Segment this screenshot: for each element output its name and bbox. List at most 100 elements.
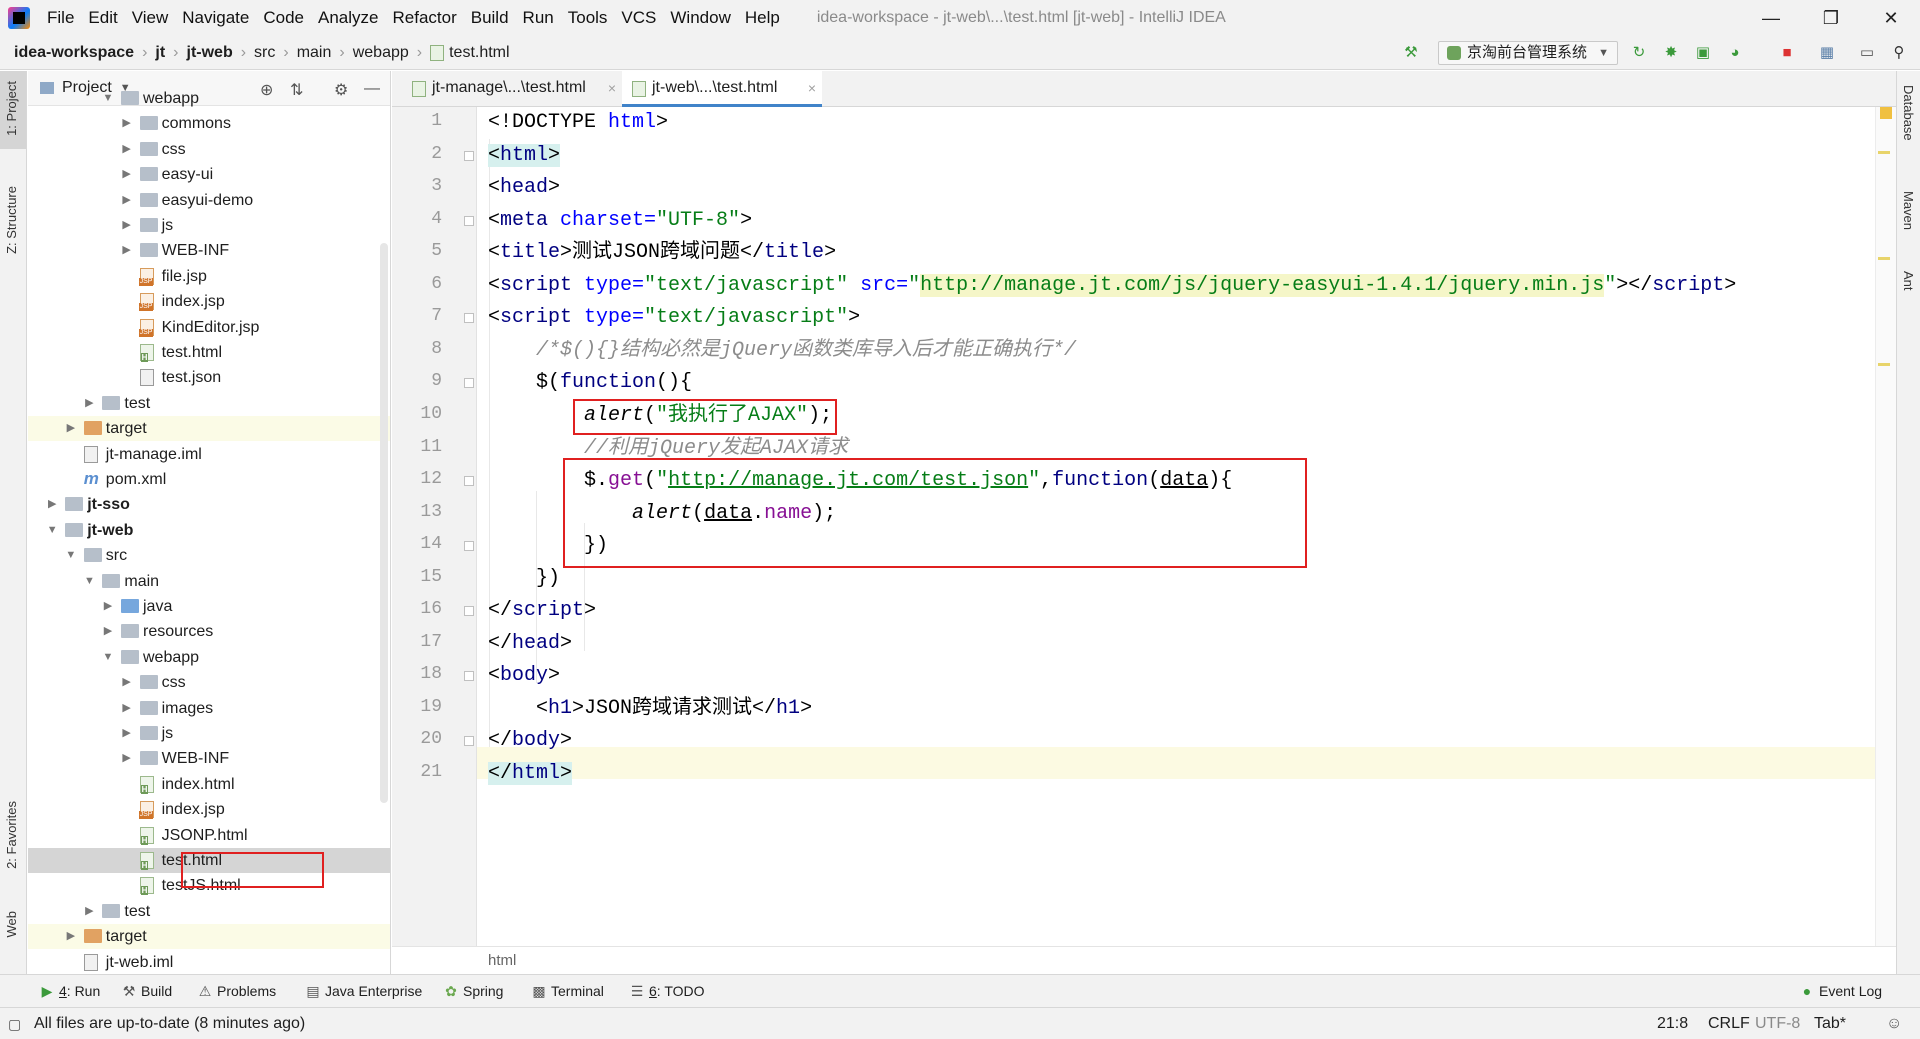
tool-tab-favorites[interactable]: 2: Favorites (4, 801, 19, 869)
code-line[interactable]: <script type="text/javascript"> (488, 302, 860, 334)
code-line[interactable]: <html> (488, 140, 561, 172)
tool-tab-database[interactable]: Database (1901, 85, 1916, 141)
chevron-right-icon[interactable]: ▶ (120, 188, 134, 213)
project-scrollbar[interactable] (380, 243, 388, 803)
menu-help[interactable]: Help (738, 0, 787, 36)
tool-build[interactable]: ⚒ Build (122, 975, 172, 1008)
tree-item[interactable]: file.jsp (28, 264, 390, 289)
rerun-icon[interactable]: ↻ (1630, 44, 1648, 62)
close-window-icon[interactable]: ✕ (1866, 0, 1916, 36)
breadcrumb-file[interactable]: test.html (449, 44, 509, 62)
fold-marker-icon[interactable] (464, 378, 474, 389)
tree-item[interactable]: ▼ webapp (28, 86, 390, 111)
tree-item[interactable]: ▶ js (28, 721, 390, 746)
tool-tab-ant[interactable]: Ant (1901, 271, 1916, 291)
code-line[interactable]: <script type="text/javascript" src="http… (488, 270, 1736, 302)
stop-icon[interactable]: ■ (1778, 44, 1796, 62)
inspection-warning-icon[interactable] (1880, 107, 1892, 119)
tree-item[interactable]: ▼ main (28, 569, 390, 594)
chevron-right-icon[interactable]: ▶ (45, 492, 59, 517)
tree-item[interactable]: test.json (28, 365, 390, 390)
minimize-icon[interactable]: — (1746, 0, 1796, 36)
line-number[interactable]: 3 (392, 176, 442, 196)
chevron-down-icon[interactable]: ▼ (64, 543, 78, 568)
tool-tab-structure[interactable]: Z: Structure (4, 186, 19, 254)
menu-run[interactable]: Run (516, 0, 561, 36)
menu-edit[interactable]: Edit (81, 0, 124, 36)
build-hammer-icon[interactable]: ⚒ (1402, 44, 1420, 62)
line-number[interactable]: 5 (392, 241, 442, 261)
fold-marker-icon[interactable] (464, 541, 474, 552)
menu-navigate[interactable]: Navigate (175, 0, 256, 36)
line-number[interactable]: 17 (392, 632, 442, 652)
line-number[interactable]: 14 (392, 534, 442, 554)
tree-item[interactable]: ▶ WEB-INF (28, 746, 390, 771)
tree-item[interactable]: ▶ css (28, 137, 390, 162)
tree-item[interactable]: ▼ webapp (28, 645, 390, 670)
breadcrumb-module-jt-web[interactable]: jt-web (187, 44, 233, 62)
line-number[interactable]: 12 (392, 469, 442, 489)
code-line[interactable]: <meta charset="UTF-8"> (488, 205, 752, 237)
chevron-right-icon[interactable]: ▶ (120, 137, 134, 162)
breadcrumb-webapp[interactable]: webapp (353, 44, 409, 62)
tree-item[interactable]: jt-manage.iml (28, 442, 390, 467)
debug-icon[interactable]: ✸ (1662, 44, 1680, 62)
code-line[interactable]: <h1>JSON跨域请求测试</h1> (488, 693, 812, 725)
chevron-right-icon[interactable]: ▶ (120, 162, 134, 187)
tree-item[interactable]: ▶ easyui-demo (28, 188, 390, 213)
chevron-right-icon[interactable]: ▶ (120, 670, 134, 695)
tool-spring[interactable]: ✿ Spring (444, 975, 503, 1008)
fold-marker-icon[interactable] (464, 215, 474, 226)
code-line[interactable]: <head> (488, 172, 560, 204)
menu-analyze[interactable]: Analyze (311, 0, 385, 36)
code-line[interactable]: }) (488, 563, 560, 595)
chevron-right-icon[interactable]: ▶ (120, 746, 134, 771)
tab-jt-manage-test-html[interactable]: jt-manage\...\test.html × (402, 71, 622, 107)
close-icon[interactable]: × (808, 71, 816, 105)
close-icon[interactable]: × (608, 71, 616, 105)
line-number[interactable]: 1 (392, 111, 442, 131)
line-number[interactable]: 6 (392, 274, 442, 294)
tree-item[interactable]: test.html (28, 340, 390, 365)
tree-item[interactable]: ▶ test (28, 391, 390, 416)
code-line[interactable]: </body> (488, 725, 572, 757)
menu-window[interactable]: Window (663, 0, 737, 36)
tool-problems[interactable]: ⚠ Problems (198, 975, 276, 1008)
line-number[interactable]: 15 (392, 567, 442, 587)
chevron-down-icon[interactable]: ▼ (45, 518, 59, 543)
code-line[interactable]: </html> (488, 758, 573, 790)
chevron-right-icon[interactable]: ▶ (120, 696, 134, 721)
line-number[interactable]: 10 (392, 404, 442, 424)
error-stripe-mark[interactable] (1878, 151, 1890, 154)
tool-run[interactable]: ▶ 4: Run (40, 975, 101, 1008)
code-line[interactable]: $(function(){ (488, 367, 692, 399)
line-number[interactable]: 16 (392, 599, 442, 619)
chevron-down-icon[interactable]: ▼ (101, 645, 115, 670)
chevron-right-icon[interactable]: ▶ (64, 924, 78, 949)
breadcrumb-module-jt[interactable]: jt (155, 44, 165, 62)
line-number[interactable]: 11 (392, 437, 442, 457)
tree-item[interactable]: ▶ easy-ui (28, 162, 390, 187)
code-line[interactable]: /*$(){}结构必然是jQuery函数类库导入后才能正确执行*/ (488, 335, 1076, 367)
breadcrumb-project[interactable]: idea-workspace (14, 44, 134, 62)
chevron-right-icon[interactable]: ▶ (82, 391, 96, 416)
tool-tab-project[interactable]: 1: Project (4, 81, 19, 136)
tree-item[interactable]: ▶ target (28, 416, 390, 442)
caret-position[interactable]: 21:8 (1657, 1008, 1688, 1039)
tree-item[interactable]: ▶ resources (28, 619, 390, 644)
tool-terminal[interactable]: ▩ Terminal (532, 975, 604, 1008)
status-panel-icon[interactable]: ▢ (8, 1008, 21, 1039)
chevron-right-icon[interactable]: ▶ (120, 111, 134, 136)
line-number[interactable]: 21 (392, 762, 442, 782)
menu-refactor[interactable]: Refactor (385, 0, 463, 36)
tree-item[interactable]: ▶ css (28, 670, 390, 695)
error-stripe-mark[interactable] (1878, 257, 1890, 260)
chevron-right-icon[interactable]: ▶ (120, 213, 134, 238)
fold-marker-icon[interactable] (464, 736, 474, 747)
error-stripe-mark[interactable] (1878, 363, 1890, 366)
tree-item[interactable]: ▶ WEB-INF (28, 238, 390, 263)
tab-jt-web-test-html[interactable]: jt-web\...\test.html × (622, 71, 822, 107)
fold-marker-icon[interactable] (464, 150, 474, 161)
tree-item[interactable]: ▶ target (28, 924, 390, 950)
tool-java-enterprise[interactable]: ▤ Java Enterprise (306, 975, 422, 1008)
